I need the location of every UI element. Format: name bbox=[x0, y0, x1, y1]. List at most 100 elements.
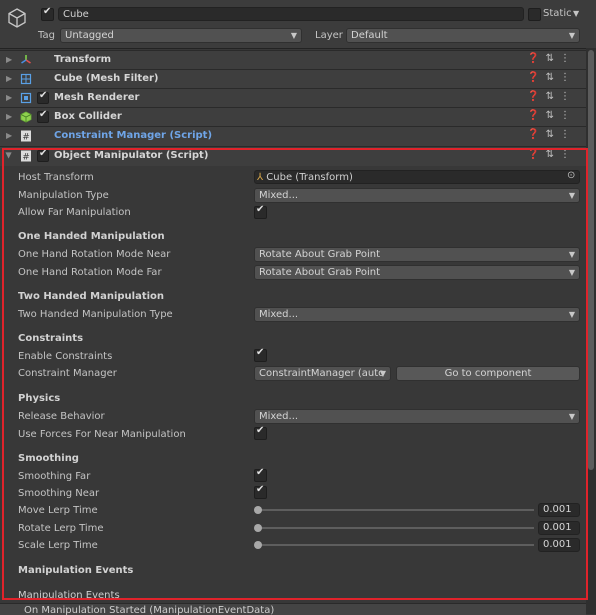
chevron-down-icon: ▼ bbox=[568, 412, 575, 421]
scale-lerp-slider-handle[interactable] bbox=[254, 541, 262, 549]
rotate-lerp-slider-track[interactable] bbox=[258, 527, 534, 529]
far-rotation-value: Rotate About Grab Point bbox=[259, 267, 381, 278]
more-icon: ⋮ bbox=[560, 149, 576, 160]
component-object-manipulator[interactable]: ▶ # ✔ Object Manipulator (Script) ❓⇅⋮ bbox=[0, 146, 586, 166]
component-header-icons[interactable]: ❓⇅⋮ bbox=[527, 91, 576, 102]
constraint-manager-dropdown[interactable]: ConstraintManager (auto ▼ bbox=[254, 366, 391, 381]
near-rotation-dropdown[interactable]: Rotate About Grab Point ▼ bbox=[254, 247, 580, 262]
move-lerp-input[interactable]: 0.001 bbox=[538, 503, 580, 517]
active-checkbox[interactable]: ✔ bbox=[41, 6, 54, 21]
smoothing-near-checkbox[interactable]: ✔ bbox=[254, 484, 267, 499]
enable-checkbox[interactable]: ✔ bbox=[37, 109, 49, 123]
enable-constraints-checkbox[interactable]: ✔ bbox=[254, 347, 267, 362]
section-constraints: Constraints bbox=[18, 333, 84, 344]
layer-dropdown[interactable]: Default ▼ bbox=[346, 28, 580, 43]
foldout-arrow-icon[interactable]: ▶ bbox=[6, 131, 12, 140]
box-collider-icon bbox=[20, 111, 32, 123]
help-icon: ❓ bbox=[527, 91, 546, 102]
allow-far-label: Allow Far Manipulation bbox=[18, 207, 131, 218]
go-to-component-button[interactable]: Go to component bbox=[396, 366, 580, 381]
foldout-arrow-icon[interactable]: ▶ bbox=[6, 112, 12, 121]
tag-dropdown[interactable]: Untagged ▼ bbox=[60, 28, 302, 43]
more-icon: ⋮ bbox=[560, 110, 576, 121]
foldout-arrow-icon[interactable]: ▶ bbox=[5, 152, 14, 158]
scale-lerp-slider-track[interactable] bbox=[258, 544, 534, 546]
enable-checkbox[interactable]: ✔ bbox=[37, 148, 49, 162]
two-handed-type-label: Two Handed Manipulation Type bbox=[18, 309, 173, 320]
release-behavior-value: Mixed... bbox=[259, 411, 299, 422]
script-icon: # bbox=[21, 130, 31, 143]
svg-text:#: # bbox=[22, 133, 30, 143]
chevron-down-icon: ▼ bbox=[568, 310, 575, 319]
preset-icon: ⇅ bbox=[545, 110, 560, 121]
static-dropdown-arrow-icon[interactable]: ▼ bbox=[573, 9, 579, 18]
component-mesh-filter[interactable]: ▶ Cube (Mesh Filter) ❓⇅⋮ bbox=[0, 69, 586, 89]
layer-value: Default bbox=[351, 30, 388, 41]
rotate-lerp-label: Rotate Lerp Time bbox=[18, 523, 104, 534]
more-icon: ⋮ bbox=[560, 72, 576, 83]
component-header-icons[interactable]: ❓⇅⋮ bbox=[527, 129, 576, 140]
chevron-down-icon: ▼ bbox=[379, 369, 386, 378]
manipulation-type-label: Manipulation Type bbox=[18, 190, 109, 201]
component-box-collider[interactable]: ▶ ✔ Box Collider ❓⇅⋮ bbox=[0, 107, 586, 127]
section-smoothing: Smoothing bbox=[18, 453, 79, 464]
component-header-icons[interactable]: ❓⇅⋮ bbox=[527, 72, 576, 83]
rotate-lerp-input[interactable]: 0.001 bbox=[538, 521, 580, 535]
mesh-filter-icon bbox=[20, 73, 32, 85]
host-transform-field[interactable]: ⅄ Cube (Transform) bbox=[254, 170, 580, 184]
release-behavior-dropdown[interactable]: Mixed... ▼ bbox=[254, 409, 580, 424]
component-mesh-renderer[interactable]: ▶ ✔ Mesh Renderer ❓⇅⋮ bbox=[0, 88, 586, 108]
help-icon: ❓ bbox=[527, 110, 546, 121]
chevron-down-icon: ▼ bbox=[568, 31, 575, 40]
move-lerp-slider-handle[interactable] bbox=[254, 506, 262, 514]
allow-far-checkbox[interactable]: ✔ bbox=[254, 204, 267, 219]
component-title: Object Manipulator (Script) bbox=[54, 150, 209, 161]
more-icon: ⋮ bbox=[560, 91, 576, 102]
constraint-manager-value: ConstraintManager (auto bbox=[259, 368, 385, 379]
preset-icon: ⇅ bbox=[545, 72, 560, 83]
component-constraint-manager[interactable]: ▶ # Constraint Manager (Script) ❓⇅⋮ bbox=[0, 126, 586, 146]
move-lerp-slider-track[interactable] bbox=[258, 509, 534, 511]
manipulation-type-value: Mixed... bbox=[259, 190, 299, 201]
smoothing-near-label: Smoothing Near bbox=[18, 488, 100, 499]
manipulation-type-dropdown[interactable]: Mixed... ▼ bbox=[254, 188, 580, 203]
component-title: Cube (Mesh Filter) bbox=[54, 73, 159, 84]
event-started-header[interactable]: On Manipulation Started (ManipulationEve… bbox=[0, 603, 586, 615]
use-forces-checkbox[interactable]: ✔ bbox=[254, 425, 267, 440]
preset-icon: ⇅ bbox=[545, 53, 560, 64]
enable-constraints-label: Enable Constraints bbox=[18, 351, 113, 362]
constraint-manager-label: Constraint Manager bbox=[18, 368, 117, 379]
gameobject-cube-icon bbox=[8, 8, 26, 28]
component-header-icons[interactable]: ❓⇅⋮ bbox=[527, 53, 576, 64]
object-picker-icon[interactable]: ⊙ bbox=[567, 170, 575, 181]
release-behavior-label: Release Behavior bbox=[18, 411, 105, 422]
rotate-lerp-slider-handle[interactable] bbox=[254, 524, 262, 532]
smoothing-far-label: Smoothing Far bbox=[18, 471, 91, 482]
near-rotation-label: One Hand Rotation Mode Near bbox=[18, 249, 171, 260]
svg-text:#: # bbox=[22, 153, 30, 163]
two-handed-type-dropdown[interactable]: Mixed... ▼ bbox=[254, 307, 580, 322]
tag-label: Tag bbox=[38, 30, 55, 41]
component-header-icons[interactable]: ❓⇅⋮ bbox=[527, 149, 576, 160]
object-name-field[interactable]: Cube bbox=[58, 7, 524, 21]
help-icon: ❓ bbox=[527, 149, 546, 160]
help-icon: ❓ bbox=[527, 129, 546, 140]
component-title: Mesh Renderer bbox=[54, 92, 140, 103]
static-checkbox[interactable] bbox=[528, 8, 541, 21]
manipulation-events-subheader: Manipulation Events bbox=[18, 590, 120, 601]
component-transform[interactable]: ▶ Transform ❓⇅⋮ bbox=[0, 50, 586, 70]
two-handed-type-value: Mixed... bbox=[259, 309, 299, 320]
foldout-arrow-icon[interactable]: ▶ bbox=[6, 74, 12, 83]
scale-lerp-input[interactable]: 0.001 bbox=[538, 538, 580, 552]
foldout-arrow-icon[interactable]: ▶ bbox=[6, 93, 12, 102]
far-rotation-dropdown[interactable]: Rotate About Grab Point ▼ bbox=[254, 265, 580, 280]
transform-icon: ⅄ bbox=[257, 172, 264, 183]
component-title: Constraint Manager (Script) bbox=[54, 130, 213, 141]
component-header-icons[interactable]: ❓⇅⋮ bbox=[527, 110, 576, 121]
enable-checkbox[interactable]: ✔ bbox=[37, 90, 49, 104]
component-title: Transform bbox=[54, 54, 112, 65]
foldout-arrow-icon[interactable]: ▶ bbox=[6, 55, 12, 64]
smoothing-far-checkbox[interactable]: ✔ bbox=[254, 467, 267, 482]
scrollbar-thumb[interactable] bbox=[588, 50, 594, 470]
more-icon: ⋮ bbox=[560, 129, 576, 140]
